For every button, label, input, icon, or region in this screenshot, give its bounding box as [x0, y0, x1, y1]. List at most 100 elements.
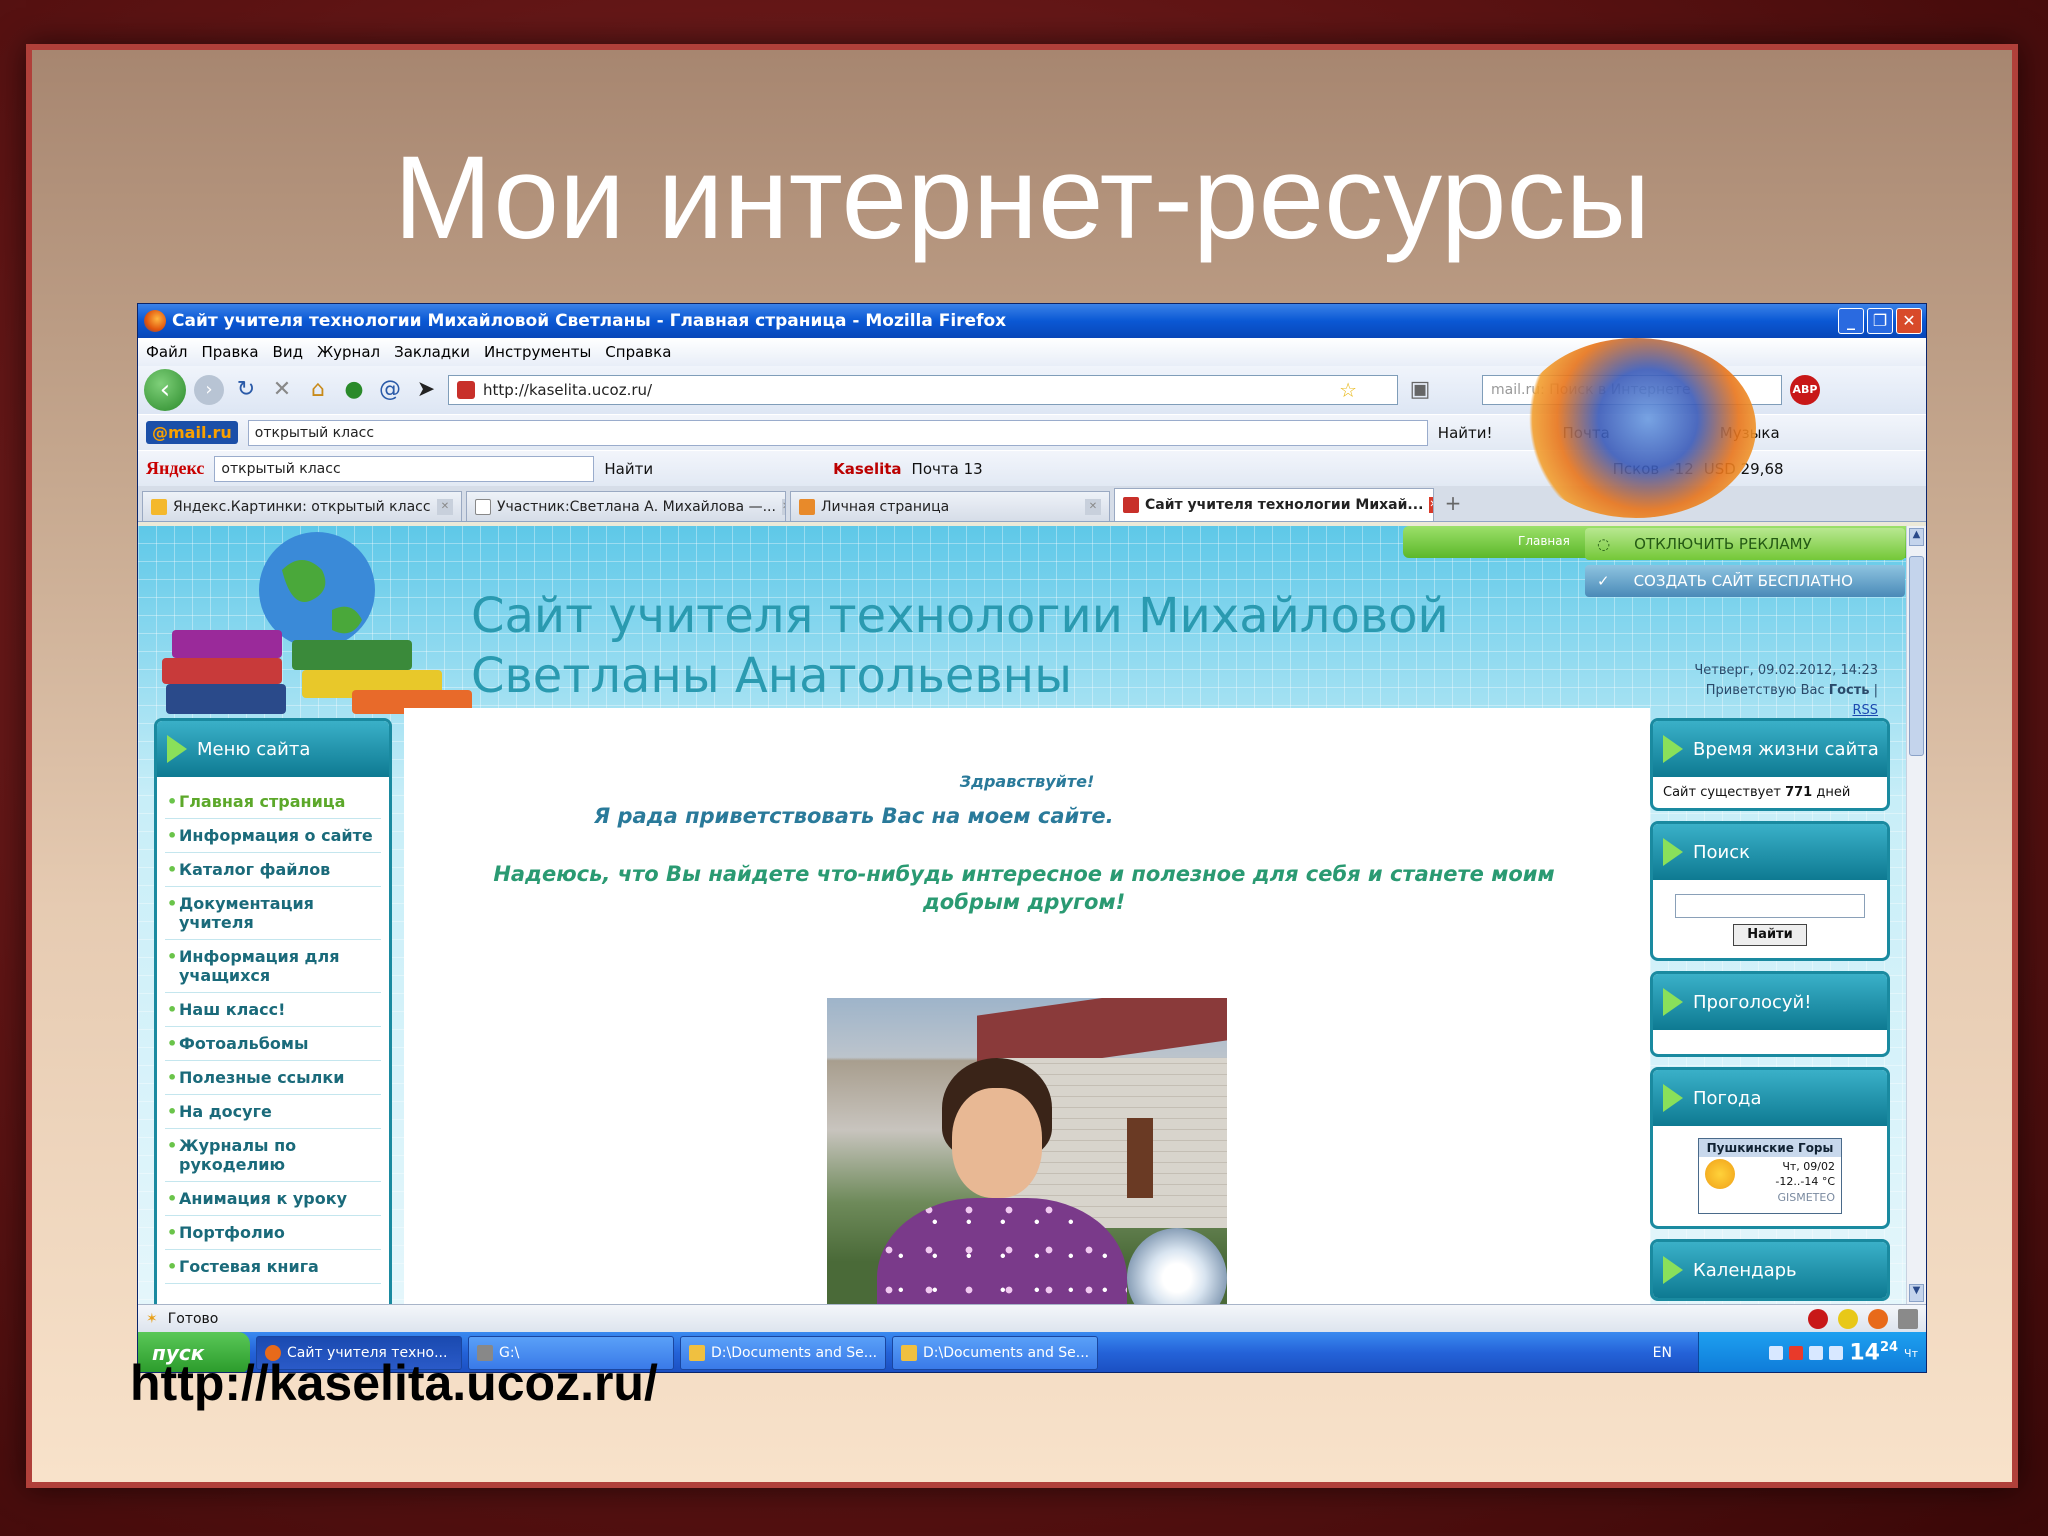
yandex-mail[interactable]: Почта 13 [912, 460, 983, 478]
minimize-button[interactable]: _ [1838, 308, 1864, 334]
slide-title: Мои интернет-ресурсы [393, 132, 1651, 264]
teacher-photo [827, 998, 1227, 1304]
window-title: Сайт учителя технологии Михайловой Светл… [172, 311, 1007, 331]
url-bar[interactable]: http://kaselita.ucoz.ru/ ☆ [448, 375, 1398, 405]
menu-history[interactable]: Журнал [317, 343, 380, 361]
tray-antivirus-icon[interactable] [1789, 1346, 1804, 1360]
yandex-temp: -12 [1669, 459, 1694, 478]
menu-file[interactable]: Файл [146, 343, 187, 361]
tab-participant[interactable]: Участник:Светлана А. Михайлова —... ✕ [466, 491, 786, 521]
yandex-find-button[interactable]: Найти [604, 460, 653, 478]
window-titlebar[interactable]: Сайт учителя технологии Михайловой Светл… [138, 304, 1926, 338]
yandex-search-input[interactable]: открытый класс [214, 455, 595, 482]
tab-label: Яндекс.Картинки: открытый класс [173, 498, 431, 515]
system-tray: 1424 Чт [1698, 1332, 1926, 1372]
weather-row: Чт, 09/02 -12..-14 °C [1699, 1157, 1841, 1191]
weather-title: Погода [1693, 1087, 1762, 1109]
reload-icon[interactable]: ↻ [232, 376, 260, 404]
tray-network-icon[interactable] [1769, 1346, 1784, 1360]
search-input[interactable]: mail.ru: Поиск в Интернете [1482, 375, 1782, 405]
folder-icon [689, 1345, 705, 1361]
menu-item-about[interactable]: Информация о сайте [165, 819, 381, 853]
tray-update-icon[interactable] [1829, 1346, 1844, 1360]
stop-icon[interactable]: ✕ [268, 376, 296, 404]
new-tab-button[interactable]: + [1438, 491, 1468, 521]
menu-tools[interactable]: Инструменты [484, 343, 591, 361]
menu-item-leisure[interactable]: На досуге [165, 1095, 381, 1129]
close-button[interactable]: ✕ [1896, 308, 1922, 334]
menu-item-students[interactable]: Информация для учащихся [165, 940, 381, 993]
scroll-up-icon[interactable]: ▲ [1909, 528, 1924, 546]
navigation-bar: ‹ › ↻ ✕ ⌂ ● @ ➤ http://kaselita.ucoz.ru/… [138, 366, 1926, 414]
yandex-user[interactable]: Kaselita [833, 460, 901, 478]
yandex-logo[interactable]: Яндекс [146, 458, 204, 479]
menu-item-portfolio[interactable]: Портфолио [165, 1216, 381, 1250]
yandex-toolbar: Яндекс открытый класс Найти Kaselita Поч… [138, 450, 1926, 486]
cursor-icon[interactable]: ➤ [412, 376, 440, 404]
taskbar-documents-2[interactable]: D:\Documents and Se... [892, 1336, 1098, 1370]
photo-dress [877, 1198, 1127, 1304]
yandex-city[interactable]: Псков [1613, 460, 1660, 478]
firefox-status-icon[interactable] [1868, 1308, 1888, 1329]
menu-item-animation[interactable]: Анимация к уроку [165, 1182, 381, 1216]
scroll-thumb[interactable] [1909, 556, 1924, 756]
tab-close-icon[interactable]: ✕ [437, 498, 453, 515]
mail-status-icon[interactable] [1898, 1308, 1918, 1329]
adblock-status-icon[interactable] [1808, 1308, 1828, 1329]
menu-view[interactable]: Вид [273, 343, 303, 361]
tab-teacher-site[interactable]: Сайт учителя технологии Михай... ✕ [1114, 488, 1434, 521]
adblock-icon[interactable]: ABP [1790, 375, 1820, 405]
site-search-button[interactable]: Найти [1733, 924, 1807, 946]
cursor-status-icon[interactable] [1838, 1308, 1858, 1329]
menu-item-photos[interactable]: Фотоальбомы [165, 1027, 381, 1061]
chevron-right-icon [1663, 838, 1683, 866]
spiral-icon[interactable]: @ [376, 376, 404, 404]
menu-bookmarks[interactable]: Закладки [394, 343, 470, 361]
site-search-input[interactable] [1675, 894, 1865, 918]
page-scrollbar[interactable]: ▲ ▼ [1906, 526, 1926, 1304]
menu-edit[interactable]: Правка [201, 343, 258, 361]
status-icon: ✶ [146, 1310, 158, 1327]
vote-title: Проголосуй! [1693, 991, 1812, 1013]
lifetime-box: Время жизни сайта Сайт существует 771 дн… [1650, 718, 1890, 811]
tab-personal-page[interactable]: Личная страница ✕ [790, 491, 1110, 521]
menu-item-home[interactable]: Главная страница [165, 785, 381, 819]
tab-close-icon[interactable]: ✕ [1085, 498, 1101, 515]
star-icon[interactable]: ☆ [1339, 378, 1357, 402]
tray-volume-icon[interactable] [1809, 1346, 1824, 1360]
menu-item-docs[interactable]: Документация учителя [165, 887, 381, 940]
taskbar-documents-1[interactable]: D:\Documents and Se... [680, 1336, 886, 1370]
menu-item-class[interactable]: Наш класс! [165, 993, 381, 1027]
yandex-usd[interactable]: USD 29,68 [1704, 460, 1784, 478]
chevron-right-icon [1663, 1256, 1683, 1284]
menu-item-magazines[interactable]: Журналы по рукоделию [165, 1129, 381, 1182]
tab-close-icon[interactable]: ✕ [781, 498, 785, 515]
slide: Мои интернет-ресурсы Сайт учителя технол… [26, 44, 2018, 1488]
vote-box: Проголосуй! [1650, 971, 1890, 1057]
disable-ads-button[interactable]: ◌ ОТКЛЮЧИТЬ РЕКЛАМУ [1585, 528, 1905, 560]
tab-close-icon[interactable]: ✕ [1429, 497, 1433, 513]
tab-label: Личная страница [821, 498, 950, 515]
camera-icon[interactable]: ▣ [1406, 376, 1434, 404]
clock: 1424 [1849, 1340, 1898, 1365]
menu-item-guestbook[interactable]: Гостевая книга [165, 1250, 381, 1284]
mailru-music-link[interactable]: Музыка [1720, 424, 1780, 442]
back-arrow-icon[interactable]: ‹ [144, 369, 186, 411]
home-icon[interactable]: ⌂ [304, 376, 332, 404]
maximize-button[interactable]: ❐ [1867, 308, 1893, 334]
mailru-logo[interactable]: @mail.ru [146, 421, 238, 444]
language-indicator[interactable]: EN [1653, 1345, 1672, 1361]
forward-arrow-icon[interactable]: › [194, 375, 224, 405]
scroll-down-icon[interactable]: ▼ [1909, 1284, 1924, 1302]
weather-widget[interactable]: Пушкинские Горы Чт, 09/02 -12..-14 °C GI… [1698, 1138, 1842, 1214]
rss-link[interactable]: RSS [1852, 703, 1878, 718]
mailru-find-button[interactable]: Найти! [1438, 424, 1493, 442]
menu-item-files[interactable]: Каталог файлов [165, 853, 381, 887]
tab-yandex-images[interactable]: Яндекс.Картинки: открытый класс ✕ [142, 491, 462, 521]
weather-box: Погода Пушкинские Горы Чт, 09/02 -12..-1… [1650, 1067, 1890, 1229]
addon-icon[interactable]: ● [340, 376, 368, 404]
menu-help[interactable]: Справка [605, 343, 671, 361]
mailru-search-input[interactable]: открытый класс [247, 419, 1428, 446]
mailru-mail-link[interactable]: Почта [1563, 424, 1610, 442]
menu-item-links[interactable]: Полезные ссылки [165, 1061, 381, 1095]
